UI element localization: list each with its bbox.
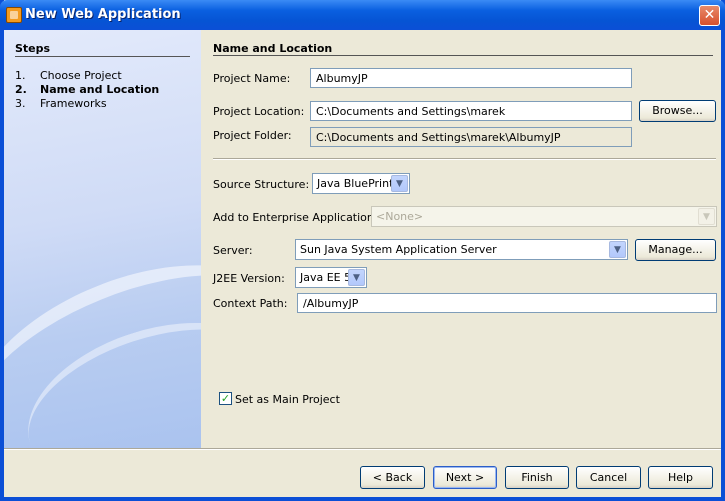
chevron-down-icon[interactable]: ▼: [609, 241, 626, 258]
close-icon: ✕: [703, 7, 716, 23]
step-label: Choose Project: [40, 69, 122, 82]
main-panel: Name and Location Project Name: AlbumyJP…: [201, 30, 721, 448]
server-select[interactable]: Sun Java System Application Server ▼: [295, 239, 628, 260]
step-frameworks: 3. Frameworks: [15, 97, 107, 110]
project-name-input[interactable]: AlbumyJP: [310, 68, 632, 88]
app-icon: [6, 7, 22, 23]
finish-button[interactable]: Finish: [505, 466, 569, 489]
steps-panel: Steps 1. Choose Project 2. Name and Locati…: [4, 30, 201, 448]
separator: [213, 158, 716, 160]
enterprise-app-value: <None>: [376, 210, 424, 223]
source-structure-select[interactable]: Java BluePrints ▼: [312, 173, 410, 194]
context-path-label: Context Path:: [213, 297, 288, 310]
j2ee-version-value: Java EE 5: [300, 271, 352, 284]
step-number: 2.: [15, 83, 27, 96]
source-structure-label: Source Structure:: [213, 178, 310, 191]
section-divider: [213, 55, 713, 56]
server-value: Sun Java System Application Server: [300, 243, 497, 256]
section-title: Name and Location: [213, 42, 333, 55]
checkmark-icon: ✓: [220, 392, 231, 405]
title-bar[interactable]: New Web Application ✕: [0, 0, 725, 30]
chevron-down-icon[interactable]: ▼: [391, 175, 408, 192]
chevron-down-icon: ▼: [698, 208, 715, 225]
enterprise-app-label: Add to Enterprise Application:: [213, 211, 378, 224]
chevron-down-icon[interactable]: ▼: [348, 269, 365, 286]
j2ee-version-select[interactable]: Java EE 5 ▼: [295, 267, 367, 288]
j2ee-version-label: J2EE Version:: [213, 272, 285, 285]
back-button[interactable]: < Back: [360, 466, 425, 489]
server-label: Server:: [213, 244, 253, 257]
step-number: 3.: [15, 97, 26, 110]
project-location-label: Project Location:: [213, 105, 305, 118]
project-folder-field: C:\Documents and Settings\marek\AlbumyJP: [310, 127, 632, 147]
step-number: 1.: [15, 69, 26, 82]
step-label: Name and Location: [40, 83, 160, 96]
close-button[interactable]: ✕: [699, 5, 720, 26]
project-location-input[interactable]: C:\Documents and Settings\marek: [310, 101, 632, 121]
steps-divider: [15, 56, 190, 57]
main-project-label[interactable]: Set as Main Project: [235, 393, 340, 406]
dialog-window: New Web Application ✕ Steps 1. Choose Pro…: [0, 0, 725, 501]
step-label: Frameworks: [40, 97, 107, 110]
project-name-label: Project Name:: [213, 72, 291, 85]
footer-divider: [4, 448, 721, 450]
window-title: New Web Application: [25, 7, 181, 22]
steps-title: Steps: [15, 42, 51, 55]
enterprise-app-select: <None> ▼: [371, 206, 717, 227]
source-structure-value: Java BluePrints: [317, 177, 400, 190]
next-button[interactable]: Next >: [433, 466, 497, 489]
browse-button[interactable]: Browse...: [639, 100, 716, 122]
manage-button[interactable]: Manage...: [635, 239, 716, 261]
step-choose-project: 1. Choose Project: [15, 69, 122, 82]
cancel-button[interactable]: Cancel: [576, 466, 641, 489]
context-path-input[interactable]: /AlbumyJP: [297, 293, 717, 313]
main-project-checkbox[interactable]: ✓: [219, 392, 232, 405]
project-folder-label: Project Folder:: [213, 129, 292, 142]
step-name-and-location: 2. Name and Location: [15, 83, 159, 96]
help-button[interactable]: Help: [648, 466, 713, 489]
